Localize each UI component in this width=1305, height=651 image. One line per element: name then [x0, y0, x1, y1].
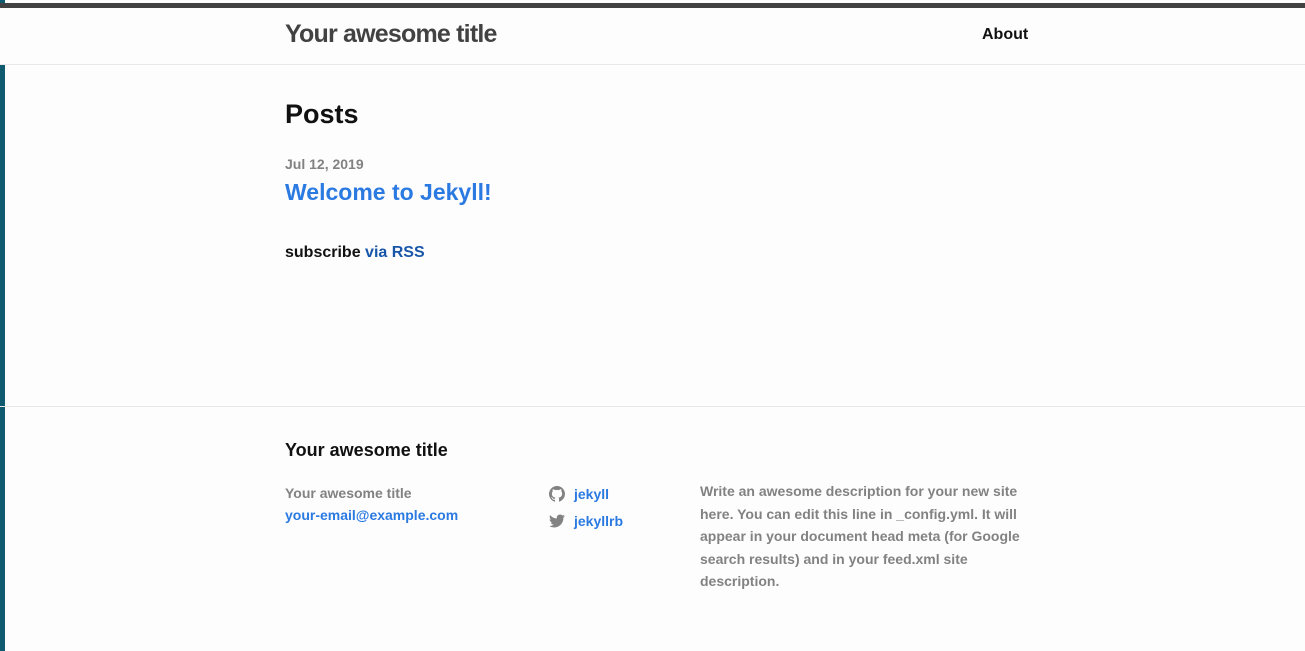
rss-prefix: subscribe [285, 244, 361, 261]
site-header: Your awesome title About [0, 3, 1305, 65]
post-date: Jul 12, 2019 [285, 156, 364, 172]
site-title-link[interactable]: Your awesome title [285, 20, 497, 49]
github-icon [549, 485, 565, 502]
social-item-github: jekyll [549, 480, 689, 507]
github-link[interactable]: jekyll [574, 486, 609, 502]
post-title-link[interactable]: Welcome to Jekyll! [285, 179, 492, 206]
rss-subscribe: subscribe via RSS [285, 244, 425, 262]
footer-email-link[interactable]: your-email@example.com [285, 507, 458, 523]
social-item-twitter: jekyllrb [549, 507, 689, 534]
footer-heading: Your awesome title [285, 440, 448, 460]
page-heading: Posts [285, 99, 359, 129]
footer-contact-name: Your awesome title [285, 485, 412, 501]
twitter-icon [549, 514, 565, 528]
nav-link-about[interactable]: About [982, 26, 1028, 44]
twitter-link[interactable]: jekyllrb [574, 513, 623, 529]
site-footer: Your awesome title Your awesome title yo… [0, 406, 1305, 651]
footer-contact: Your awesome title your-email@example.co… [285, 482, 535, 526]
site-description: Write an awesome description for your ne… [700, 483, 1020, 589]
rss-link[interactable]: via RSS [365, 244, 425, 261]
footer-social: jekyll jekyllrb [549, 480, 689, 534]
